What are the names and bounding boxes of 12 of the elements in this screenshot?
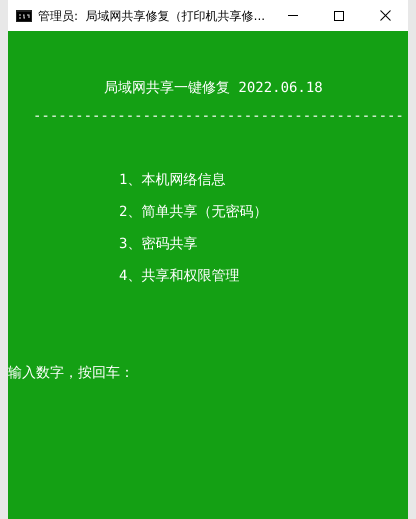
window-title: 管理员: 局域网共享修复（打印机共享修... (38, 8, 266, 24)
menu-option: 3、密码共享 (119, 236, 198, 252)
menu-option: 2、简单共享（无密码） (119, 204, 268, 220)
terminal-icon (16, 10, 32, 22)
menu-option: 4、共享和权限管理 (119, 268, 240, 284)
separator-line: -------------------------------------------- (33, 108, 404, 124)
console-heading: 局域网共享一键修复 2022.06.18 (104, 80, 323, 96)
close-icon (380, 10, 390, 21)
menu-option: 1、本机网络信息 (119, 172, 226, 188)
minimize-icon (288, 15, 298, 16)
maximize-icon (334, 10, 344, 20)
input-prompt: 输入数字，按回车： (8, 365, 134, 381)
